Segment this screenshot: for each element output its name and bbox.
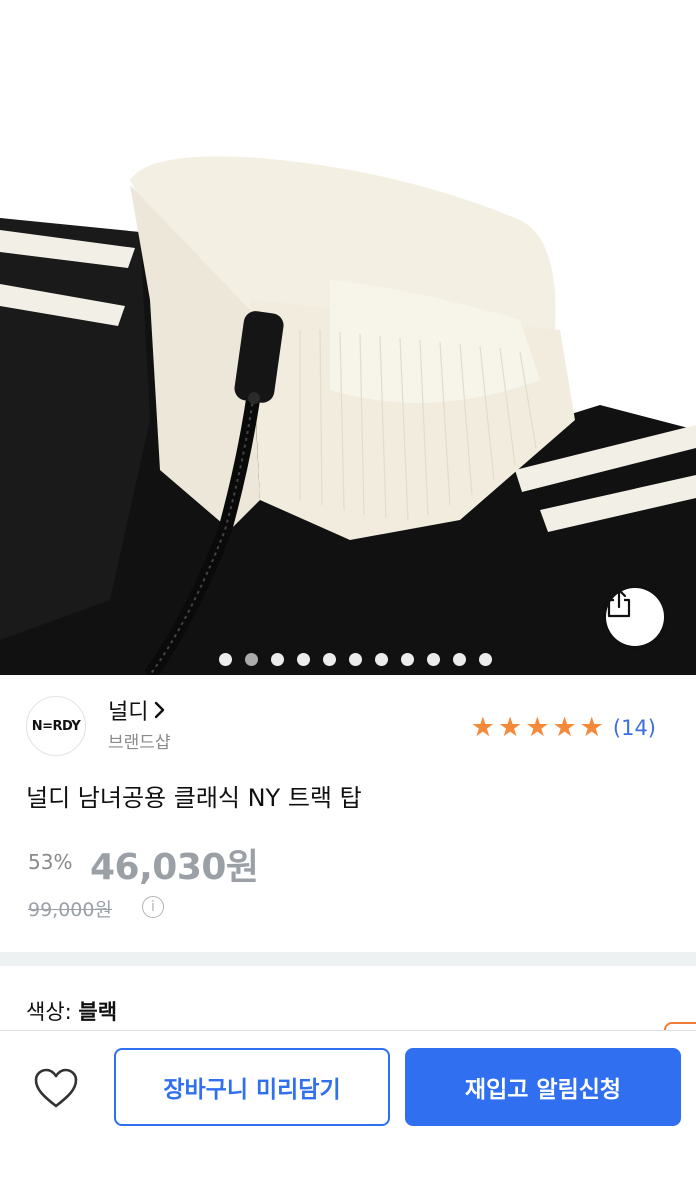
carousel-dot[interactable]: [348, 653, 362, 666]
option-label: 색상:: [26, 1000, 72, 1024]
brand-section: N=RDY 널디 브랜드샵 ★ ★ ★ ★ ★ (14): [0, 690, 696, 770]
carousel-dot[interactable]: [452, 653, 466, 666]
share-button[interactable]: [606, 588, 664, 646]
bottom-action-bar: 장바구니 미리담기 재입고 알림신청: [0, 1030, 696, 1201]
star-icon: ★: [525, 712, 550, 743]
rating-summary[interactable]: ★ ★ ★ ★ ★ (14): [471, 714, 656, 741]
star-icon: ★: [552, 712, 577, 743]
carousel-dot[interactable]: [244, 653, 258, 666]
carousel-dot[interactable]: [400, 653, 414, 666]
star-icon: ★: [498, 712, 523, 743]
info-icon[interactable]: i: [142, 896, 164, 918]
carousel-dot[interactable]: [374, 653, 388, 666]
discount-rate: 53%: [28, 850, 73, 874]
section-divider: [0, 952, 696, 966]
star-icon: ★: [470, 712, 496, 743]
product-title: 널디 남녀공용 클래식 NY 트랙 탑: [26, 784, 362, 812]
sale-price: 46,030원: [90, 847, 259, 888]
restock-alert-button[interactable]: 재입고 알림신청: [405, 1048, 681, 1126]
carousel-dot[interactable]: [478, 653, 492, 666]
brand-name[interactable]: 널디: [108, 694, 148, 726]
brand-link[interactable]: 널디: [108, 694, 166, 726]
carousel-dot[interactable]: [322, 653, 336, 666]
option-value: 블랙: [78, 1000, 118, 1024]
product-photo: [0, 156, 696, 675]
add-to-cart-button[interactable]: 장바구니 미리담기: [114, 1048, 390, 1126]
brand-logo[interactable]: N=RDY: [26, 696, 86, 756]
color-option: 색상: 블랙: [26, 996, 117, 1026]
brand-shop-label: 브랜드샵: [108, 733, 171, 753]
review-count-link[interactable]: (14): [613, 716, 656, 740]
star-icon: ★: [579, 712, 604, 743]
carousel-pagination: [0, 653, 696, 666]
chevron-right-icon: [155, 701, 165, 719]
carousel-dot[interactable]: [296, 653, 310, 666]
carousel-dot[interactable]: [426, 653, 440, 666]
original-price: 99,000원: [28, 899, 112, 921]
carousel-dot[interactable]: [270, 653, 284, 666]
product-image-carousel[interactable]: [0, 0, 696, 675]
share-icon: [607, 588, 631, 618]
heart-icon[interactable]: [33, 1067, 79, 1109]
carousel-dot[interactable]: [218, 653, 232, 666]
